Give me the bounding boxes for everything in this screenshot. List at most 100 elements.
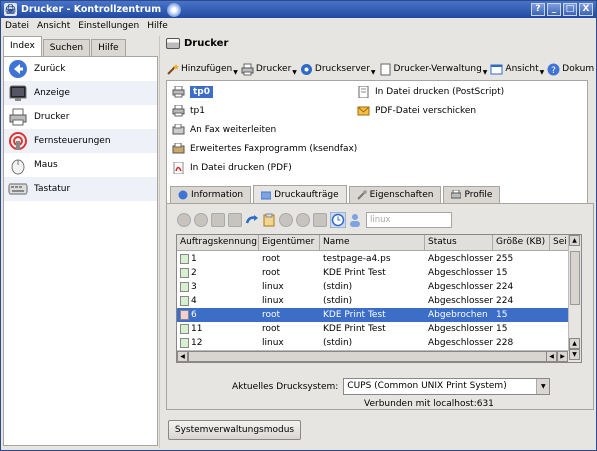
menu-ansicht[interactable]: Ansicht (37, 21, 70, 31)
table-row[interactable]: 3 linux (stdin) Abgeschlossen 224 (177, 280, 569, 294)
printer-item-tp1[interactable]: tp1 (172, 105, 205, 117)
tab-suchen[interactable]: Suchen (42, 39, 91, 56)
scroll-thumb[interactable] (188, 351, 548, 362)
user-filter-icon[interactable] (349, 213, 361, 227)
column-header[interactable]: Name (320, 235, 425, 250)
printer-label: Erweitertes Faxprogramm (ksendfax) (190, 144, 358, 154)
resume-job-icon[interactable] (211, 213, 225, 227)
table-cell: Abgebrochen (428, 310, 488, 320)
printer-item-ksendfax[interactable]: Erweitertes Faxprogramm (ksendfax) (172, 143, 357, 155)
table-cell: linux (262, 296, 284, 306)
job-id: 4 (191, 296, 197, 306)
scroll-thumb[interactable] (570, 251, 580, 305)
printer-item-tp0[interactable]: tp0 (172, 86, 214, 98)
sidebar-item-drucker[interactable]: Drucker (4, 105, 157, 129)
scroll-up-icon[interactable]: ▲ (569, 235, 580, 246)
printer-label: tp0 (190, 86, 214, 98)
previous-icon[interactable] (279, 213, 293, 227)
column-header[interactable]: Größe (KB) (493, 235, 550, 250)
fax-icon (172, 124, 185, 135)
table-row[interactable]: 11 root KDE Print Test Abgeschlossen 15 (177, 322, 569, 336)
tab-hilfe[interactable]: Hilfe (91, 39, 126, 56)
move-job-icon[interactable] (228, 213, 242, 227)
app-icon[interactable]: 🖨 (4, 3, 17, 16)
table-row[interactable]: 1 root testpage-a4.ps Abgeschlossen 255 (177, 252, 569, 266)
table-cell: KDE Print Test (323, 268, 386, 278)
tab-druckauftraege[interactable]: Druckaufträge (253, 185, 347, 203)
printer-item-pdfmail[interactable]: PDF-Datei verschicken (357, 105, 476, 117)
tab-label: Information (191, 190, 244, 200)
table-cell (550, 336, 569, 350)
table-row[interactable]: 6 root KDE Print Test Abgebrochen 15 (177, 308, 569, 322)
minimize-button[interactable]: _ (547, 3, 561, 16)
vertical-scrollbar[interactable]: ▲ ▲ ▼ (568, 235, 581, 362)
table-row[interactable]: 4 linux (stdin) Abgeschlossen 224 (177, 294, 569, 308)
column-header[interactable]: Status (425, 235, 493, 250)
manage-menu-button[interactable]: Drucker-Verwaltung ▼ (379, 63, 487, 76)
docs-button[interactable]: ? Dokum (547, 63, 594, 76)
printer-label: In Datei drucken (PDF) (190, 163, 292, 173)
tab-eigenschaften[interactable]: Eigenschaften (348, 186, 442, 203)
detail-tabs: Information Druckaufträge Eigenschaften … (170, 185, 502, 203)
add-button[interactable]: Hinzufügen ▼ (166, 63, 238, 76)
cancel-job-icon[interactable] (177, 213, 191, 227)
scroll-up-icon[interactable]: ▲ (569, 338, 580, 349)
printer-item-pdf[interactable]: In Datei drucken (PDF) (172, 162, 292, 174)
printer-icon (172, 86, 185, 98)
scroll-down-icon[interactable]: ▼ (569, 349, 580, 360)
admin-mode-button[interactable]: Systemverwaltungsmodus (168, 420, 301, 440)
table-row[interactable]: 2 root KDE Print Test Abgeschlossen 15 (177, 266, 569, 280)
clock-icon[interactable] (330, 212, 346, 228)
next-icon[interactable] (296, 213, 310, 227)
sidebar-item-tastatur[interactable]: Tastatur (4, 177, 157, 201)
horizontal-scrollbar[interactable]: ◀ ◀ ▶ (177, 350, 569, 362)
menu-hilfe[interactable]: Hilfe (147, 21, 167, 31)
docs-label: Dokum (562, 64, 594, 74)
printer-item-postscript[interactable]: In Datei drucken (PostScript) (357, 86, 504, 98)
maximize-button[interactable]: □ (563, 3, 577, 16)
scroll-right-icon[interactable]: ▶ (557, 351, 568, 362)
view-menu-label: Ansicht (505, 64, 539, 74)
scroll-left-icon[interactable]: ◀ (546, 351, 557, 362)
hold-job-icon[interactable] (194, 213, 208, 227)
title-bar[interactable]: 🖨 Drucker - Kontrollzentrum ? _ □ X (1, 1, 596, 18)
sidebar-item-maus[interactable]: Maus (4, 153, 157, 177)
tab-profile[interactable]: Profile (443, 186, 501, 203)
panel-splitter[interactable] (159, 36, 163, 448)
menu-einstellungen[interactable]: Einstellungen (78, 21, 139, 31)
tab-index[interactable]: Index (3, 36, 42, 56)
user-filter-input[interactable]: linux (366, 212, 452, 228)
sidebar-item-anzeige[interactable]: Anzeige (4, 81, 157, 105)
close-button[interactable]: X (579, 3, 593, 16)
printer-item-fax[interactable]: An Fax weiterleiten (172, 124, 276, 136)
job-id: 2 (191, 268, 197, 278)
clipboard-icon[interactable] (262, 213, 276, 227)
column-header[interactable]: Eigentümer (259, 235, 320, 250)
printer-menu-button[interactable]: Drucker ▼ (241, 63, 297, 76)
remote-icon (9, 132, 27, 150)
window-icon (490, 64, 503, 74)
menu-datei[interactable]: Datei (5, 21, 29, 31)
chevron-down-icon[interactable]: ▼ (536, 379, 550, 394)
printer-icon (241, 63, 254, 75)
printer-label: An Fax weiterleiten (190, 125, 277, 135)
server-menu-button[interactable]: Druckserver ▼ (300, 63, 376, 76)
edit-icon[interactable] (313, 213, 327, 227)
table-row[interactable]: 12 linux (stdin) Abgeschlossen 228 (177, 336, 569, 350)
table-cell: root (262, 324, 281, 334)
main-window: 🖨 Drucker - Kontrollzentrum ? _ □ X Date… (0, 0, 597, 451)
tab-information[interactable]: Information (170, 186, 252, 203)
job-completed-icon (180, 267, 189, 278)
print-system-select[interactable]: CUPS (Common UNIX Print System) ▼ (343, 378, 551, 395)
column-header[interactable]: Auftragskennung (177, 235, 259, 250)
scroll-left-icon[interactable]: ◀ (177, 351, 188, 362)
sidebar-item-fernsteuerungen[interactable]: Fernsteuerungen (4, 129, 157, 153)
table-cell: 15 (496, 324, 508, 334)
sidebar-item-label: Fernsteuerungen (34, 136, 111, 146)
view-menu-button[interactable]: Ansicht ▼ (490, 63, 544, 76)
column-header[interactable]: Sei (550, 235, 569, 250)
tab-label: Druckaufträge (274, 189, 339, 200)
help-button[interactable]: ? (531, 3, 545, 16)
redo-arrow-icon[interactable] (245, 213, 259, 227)
sidebar-item-zurueck[interactable]: Zurück (4, 57, 157, 81)
